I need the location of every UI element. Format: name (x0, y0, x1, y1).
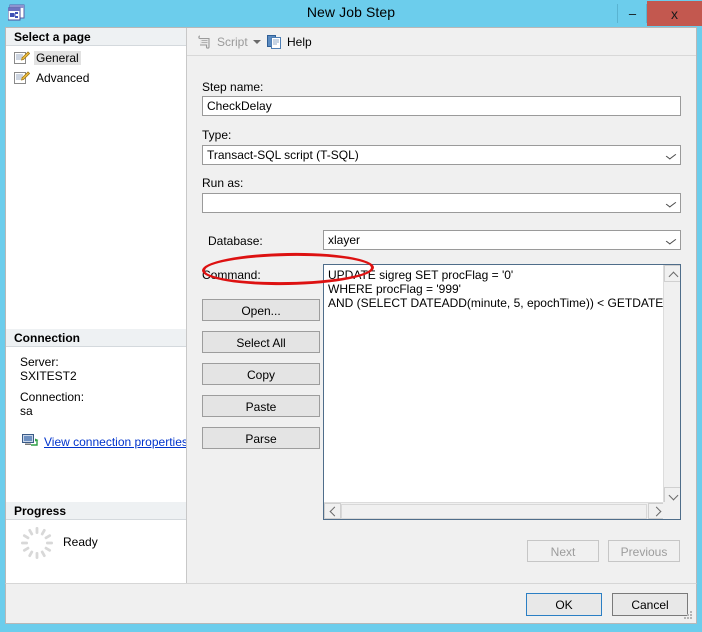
chevron-right-icon (651, 506, 662, 517)
chevron-down-icon (668, 490, 679, 501)
sidebar-item-label: General (34, 51, 81, 65)
page-icon (14, 71, 31, 85)
server-label: Server: (20, 355, 59, 369)
scroll-left-button[interactable] (324, 503, 341, 519)
copy-button[interactable]: Copy (202, 363, 320, 385)
sidebar: Select a page General Advanced Connectio… (6, 28, 188, 583)
server-value: SXITEST2 (20, 369, 77, 383)
connection-label: Connection: (20, 390, 85, 404)
ok-button[interactable]: OK (526, 593, 602, 616)
progress-spinner-icon (20, 526, 54, 560)
run-as-label: Run as: (202, 176, 244, 190)
previous-button[interactable]: Previous (608, 540, 680, 562)
scroll-up-button[interactable] (664, 265, 680, 282)
dialog-footer: OK Cancel (5, 583, 697, 624)
database-combobox[interactable]: xlayer (323, 230, 681, 250)
type-label: Type: (202, 128, 232, 142)
progress-header: Progress (6, 502, 186, 520)
window-title: New Job Step (306, 4, 396, 20)
resize-grip-icon[interactable] (681, 609, 693, 621)
chevron-up-icon (668, 271, 679, 282)
title-bar: New Job Step – x (0, 0, 702, 27)
run-as-combobox[interactable] (202, 193, 681, 213)
server-connection-icon (22, 434, 39, 449)
step-name-input[interactable]: CheckDelay (202, 96, 681, 116)
type-combobox-arrow-icon[interactable] (663, 146, 680, 164)
minimize-button[interactable]: – (618, 1, 647, 26)
type-combobox[interactable]: Transact-SQL script (T-SQL) (202, 145, 681, 165)
parse-button[interactable]: Parse (202, 427, 320, 449)
close-button[interactable]: x (647, 1, 702, 26)
dialog-body: Select a page General Advanced Connectio… (5, 27, 697, 583)
sidebar-item-general[interactable]: General (14, 50, 81, 66)
next-button[interactable]: Next (527, 540, 599, 562)
command-editor-text[interactable]: UPDATE sigreg SET procFlag = '0' WHERE p… (328, 268, 675, 310)
sidebar-item-advanced[interactable]: Advanced (14, 70, 91, 86)
horizontal-scroll-thumb[interactable] (341, 504, 647, 519)
open-button[interactable]: Open... (202, 299, 320, 321)
script-icon (197, 34, 213, 50)
connection-header: Connection (6, 329, 186, 347)
new-job-step-dialog: New Job Step – x Select a page General A… (0, 0, 702, 632)
script-button-label[interactable]: Script (217, 35, 248, 49)
step-name-label: Step name: (202, 80, 264, 94)
paste-button[interactable]: Paste (202, 395, 320, 417)
command-editor[interactable]: UPDATE sigreg SET procFlag = '0' WHERE p… (323, 264, 681, 520)
run-as-combobox-arrow-icon[interactable] (663, 194, 680, 212)
help-icon (267, 34, 283, 50)
database-label: Database: (208, 234, 263, 248)
help-button-label[interactable]: Help (287, 35, 312, 49)
progress-status: Ready (63, 535, 98, 549)
command-editor-vertical-scrollbar[interactable] (663, 265, 680, 504)
chevron-left-icon (329, 506, 340, 517)
select-all-button[interactable]: Select All (202, 331, 320, 353)
main-panel: Script Help Step name: CheckDelay Type: … (186, 28, 696, 583)
toolbar: Script Help (187, 28, 696, 56)
chevron-down-icon[interactable] (253, 40, 261, 44)
page-icon (14, 51, 31, 65)
cancel-button[interactable]: Cancel (612, 593, 688, 616)
connection-value: sa (20, 404, 33, 418)
view-connection-properties-link[interactable]: View connection properties (44, 435, 188, 449)
sidebar-item-label: Advanced (36, 71, 90, 85)
command-label: Command: (202, 268, 261, 282)
database-combobox-arrow-icon[interactable] (663, 231, 680, 249)
select-a-page-header: Select a page (6, 28, 186, 46)
scrollbar-corner (663, 502, 680, 519)
command-editor-horizontal-scrollbar[interactable] (324, 502, 665, 519)
